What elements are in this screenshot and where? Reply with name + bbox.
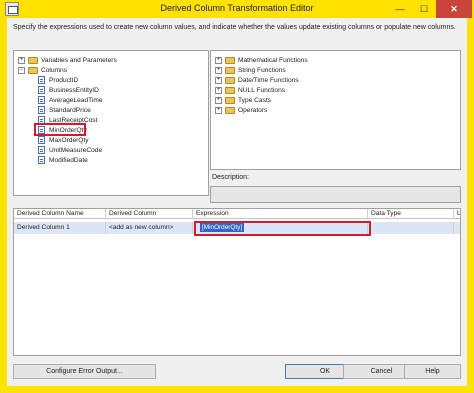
expand-icon[interactable]: + <box>215 66 222 74</box>
tree-node-label: Mathematical Functions <box>238 56 308 64</box>
instructions-text: Specify the expressions used to create n… <box>13 24 456 31</box>
column-item-averageleadtime[interactable]: AverageLeadTime <box>38 95 103 105</box>
derived-columns-grid[interactable]: Derived Column Name Derived Column Expre… <box>13 208 461 356</box>
close-button[interactable]: ✕ <box>436 0 472 18</box>
folder-icon <box>225 86 235 94</box>
function-group-datetime[interactable]: + Date/Time Functions <box>215 75 299 85</box>
tree-node-variables[interactable]: + Variables and Parameters <box>18 55 117 65</box>
tree-node-label: String Functions <box>238 66 286 74</box>
folder-icon <box>225 106 235 114</box>
collapse-icon[interactable]: − <box>18 66 25 74</box>
expression-highlight-box <box>194 221 371 236</box>
folder-icon <box>28 66 38 74</box>
derived-column-cell[interactable]: <add as new column> <box>106 222 193 234</box>
column-icon <box>38 76 45 84</box>
configure-error-output-button[interactable]: Configure Error Output... <box>13 364 156 379</box>
expand-icon[interactable]: + <box>215 86 222 94</box>
folder-icon <box>28 56 38 64</box>
function-group-type-casts[interactable]: + Type Casts <box>215 95 271 105</box>
minimize-button[interactable]: — <box>388 0 412 18</box>
tree-node-columns[interactable]: − Columns <box>18 65 67 75</box>
column-header-data-type[interactable]: Data Type <box>368 209 454 219</box>
data-type-cell[interactable] <box>368 222 454 234</box>
column-item-standardprice[interactable]: StandardPrice <box>38 105 91 115</box>
dialog-window: Derived Column Transformation Editor — ☐… <box>0 0 474 393</box>
description-label: Description: <box>212 174 249 181</box>
column-icon <box>38 156 45 164</box>
folder-icon <box>225 76 235 84</box>
column-label: ProductID <box>49 76 79 84</box>
column-label: ModifiedDate <box>49 156 88 164</box>
tree-node-label: Variables and Parameters <box>41 56 117 64</box>
functions-tree[interactable]: + Mathematical Functions + String Functi… <box>210 50 461 170</box>
function-group-operators[interactable]: + Operators <box>215 105 267 115</box>
expand-icon[interactable]: + <box>215 56 222 64</box>
expand-icon[interactable]: + <box>215 76 222 84</box>
column-label: AverageLeadTime <box>49 96 103 104</box>
column-item-productid[interactable]: ProductID <box>38 75 78 85</box>
length-cell[interactable] <box>454 222 460 234</box>
help-button[interactable]: Help <box>404 364 461 379</box>
tree-node-label: Date/Time Functions <box>238 76 299 84</box>
column-item-unitmeasurecode[interactable]: UnitMeasureCode <box>38 145 102 155</box>
maximize-button[interactable]: ☐ <box>412 0 436 18</box>
column-item-businessentityid[interactable]: BusinessEntityID <box>38 85 99 95</box>
column-icon <box>38 106 45 114</box>
column-header-derived-column[interactable]: Derived Column <box>106 209 193 219</box>
columns-tree[interactable]: + Variables and Parameters − Columns Pro… <box>13 50 209 196</box>
column-item-modifieddate[interactable]: ModifiedDate <box>38 155 88 165</box>
grid-header: Derived Column Name Derived Column Expre… <box>14 209 460 219</box>
folder-icon <box>225 66 235 74</box>
tree-node-label: Columns <box>41 66 68 74</box>
column-label: StandardPrice <box>49 106 91 114</box>
column-header-length[interactable]: Le <box>454 209 460 219</box>
title-bar[interactable]: Derived Column Transformation Editor — ☐… <box>0 0 474 18</box>
column-header-derived-column-name[interactable]: Derived Column Name <box>14 209 106 219</box>
column-icon <box>38 146 45 154</box>
dialog-client-area: Specify the expressions used to create n… <box>7 18 467 386</box>
column-label: UnitMeasureCode <box>49 146 103 154</box>
description-box <box>210 186 461 203</box>
column-icon <box>38 136 45 144</box>
function-group-null[interactable]: + NULL Functions <box>215 85 285 95</box>
function-group-string[interactable]: + String Functions <box>215 65 286 75</box>
column-icon <box>38 96 45 104</box>
expand-icon[interactable]: + <box>215 106 222 114</box>
folder-icon <box>225 56 235 64</box>
column-header-expression[interactable]: Expression <box>193 209 368 219</box>
tree-node-label: NULL Functions <box>238 86 286 94</box>
derived-column-name-cell[interactable]: Derived Column 1 <box>14 222 106 234</box>
function-group-mathematical[interactable]: + Mathematical Functions <box>215 55 308 65</box>
expand-icon[interactable]: + <box>18 56 25 64</box>
folder-icon <box>225 96 235 104</box>
column-label: BusinessEntityID <box>49 86 99 94</box>
expand-icon[interactable]: + <box>215 96 222 104</box>
column-label: MaxOrderQty <box>49 136 89 144</box>
column-icon <box>38 86 45 94</box>
tree-node-label: Type Casts <box>238 96 271 104</box>
tree-node-label: Operators <box>238 106 268 114</box>
column-item-maxorderqty[interactable]: MaxOrderQty <box>38 135 89 145</box>
